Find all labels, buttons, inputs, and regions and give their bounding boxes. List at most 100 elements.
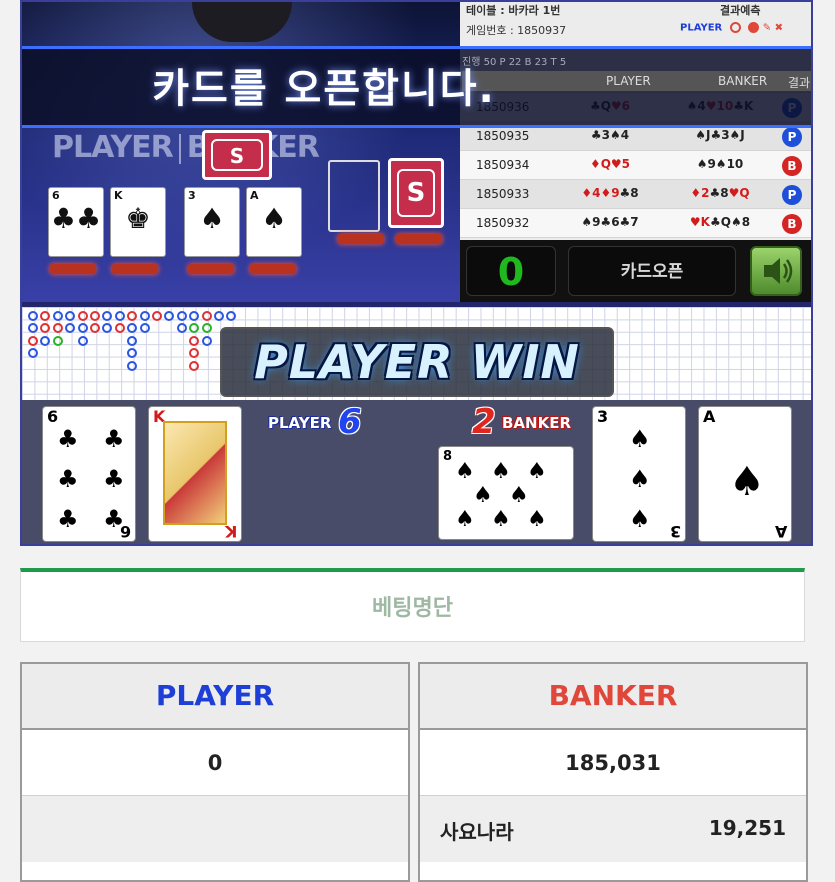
speaker-icon[interactable]: [750, 246, 802, 296]
table-row: 1850933 ♦4♦9♣8 ♦2♣8♥Q P: [460, 180, 811, 209]
game-id: 1850933: [476, 187, 530, 201]
road-dot: [152, 311, 162, 321]
game-id: 1850934: [476, 158, 530, 172]
table-card: A ♠: [246, 187, 302, 257]
table-row: 1850934 ♦Q♥5 ♠9♠10 B: [460, 151, 811, 180]
table-card: K ♚: [110, 187, 166, 257]
bet-list-title: 베팅명단: [372, 596, 453, 621]
road-dot: [114, 311, 125, 321]
banker-column-title: BANKER: [420, 664, 806, 730]
game-screen: PLAYERBANKER S 6♣♣ K♚ 3♠ A♠ S 테이블 : 바카라 …: [20, 0, 813, 546]
card-back-shoe: S: [202, 130, 272, 180]
road-dot: [139, 311, 150, 321]
table-label: 테이블 : 바카라 1번: [466, 4, 561, 17]
banker-bet-column: BANKER 185,031 사요나라 19,251: [418, 662, 808, 882]
game-id: 1850935: [476, 129, 530, 143]
dot-icon[interactable]: [748, 22, 760, 33]
banker-hand: ♥K♣Q♠8: [689, 215, 751, 229]
road-dot: [28, 335, 38, 346]
control-bar: 0 카드오픈: [460, 240, 811, 302]
road-dot: [139, 323, 150, 334]
road-dot: [164, 311, 175, 321]
table-card: 3 ♠: [184, 187, 240, 257]
prediction-player-row[interactable]: PLAYER ✎ ✖: [680, 22, 783, 34]
game-number: 게임번호 : 1850937: [466, 24, 567, 37]
road-dot: [28, 323, 38, 334]
road-dot: [201, 335, 212, 346]
card-open-button[interactable]: 카드오픈: [568, 246, 736, 296]
road-dot: [189, 335, 200, 346]
table-light: [112, 264, 158, 274]
road-dot: [127, 311, 138, 321]
road-dot: [28, 311, 38, 321]
road-dot: [214, 311, 224, 321]
road-dot: [40, 311, 51, 321]
road-dot: [65, 323, 76, 334]
circle-icon[interactable]: [729, 22, 741, 33]
banker-card-1: 8 ♠ ♠ ♠ ♠ ♠ ♠ ♠ ♠: [438, 446, 574, 540]
player-card-2: K K: [148, 406, 242, 542]
banker-hand: ♠9♠10: [696, 157, 744, 171]
table-light: [396, 234, 442, 244]
road-dot: [90, 311, 100, 321]
road-dot: [77, 335, 88, 346]
road-dot: [127, 335, 138, 346]
banker-score: 2: [472, 402, 496, 442]
banker-hand: ♦2♣8♥Q: [690, 186, 750, 200]
road-dot: [127, 360, 138, 371]
table-row: 1850932 ♠9♣6♣7 ♥K♣Q♠8 B: [460, 209, 811, 238]
table-card: 6 ♣♣: [48, 187, 104, 257]
table-light: [50, 264, 96, 274]
road-dot: [201, 323, 212, 334]
table-light: [250, 264, 296, 274]
road-dot: [226, 311, 237, 321]
overlay-message: 카드를 오픈합니다.: [152, 66, 496, 112]
list-item: 사요나라 19,251: [420, 796, 806, 862]
road-dot: [176, 323, 187, 334]
road-dot: [40, 335, 51, 346]
result-badge: B: [782, 156, 802, 176]
bet-amount: 19,251: [708, 816, 786, 840]
result-panel: [22, 400, 811, 544]
player-score-label: PLAYER: [268, 414, 332, 432]
player-hand: ♦Q♥5: [589, 157, 631, 171]
road-dot: [77, 311, 88, 321]
result-badge: B: [782, 214, 802, 234]
road-dot: [127, 348, 138, 359]
road-dot: [65, 311, 76, 321]
road-dot: [189, 323, 200, 334]
road-dot: [77, 323, 88, 334]
player-hand: ♠9♣6♣7: [581, 215, 639, 229]
banker-card-2: 3 ♠ ♠ ♠ 3: [592, 406, 686, 542]
list-item: [22, 796, 408, 862]
banker-total: 185,031: [420, 730, 806, 796]
bet-list-header: 베팅명단: [20, 568, 805, 642]
player-score: 6: [338, 402, 362, 442]
road-dot: [127, 323, 138, 334]
player-bet-column: PLAYER 0: [20, 662, 410, 882]
road-dot: [52, 311, 63, 321]
road-dot: [28, 348, 38, 359]
road-dot: [176, 311, 187, 321]
card-back: S: [388, 158, 444, 228]
result-badge: P: [782, 185, 802, 205]
road-dot: [52, 323, 63, 334]
banker-card-3: A ♠ A: [698, 406, 792, 542]
table-light: [188, 264, 234, 274]
empty-card-slot: [328, 160, 380, 232]
close-icon[interactable]: ✖: [775, 23, 783, 34]
player-hand: ♦4♦9♣8: [581, 186, 639, 200]
table-felt-logo: PLAYERBANKER: [52, 130, 320, 165]
road-dot: [189, 348, 200, 359]
countdown-timer: 0: [466, 246, 556, 296]
player-card-1: 6 ♣ ♣ ♣ ♣ ♣ ♣ 6: [42, 406, 136, 542]
road-dot: [40, 323, 51, 334]
banker-hand: ♠J♣3♠J: [695, 128, 745, 142]
player-total: 0: [22, 730, 408, 796]
pencil-icon[interactable]: ✎: [763, 23, 771, 34]
bettor-name: 사요나라: [440, 820, 514, 844]
table-light: [338, 234, 384, 244]
road-dot: [90, 323, 100, 334]
banker-score-label: BANKER: [502, 414, 572, 432]
road-dot: [52, 335, 63, 346]
